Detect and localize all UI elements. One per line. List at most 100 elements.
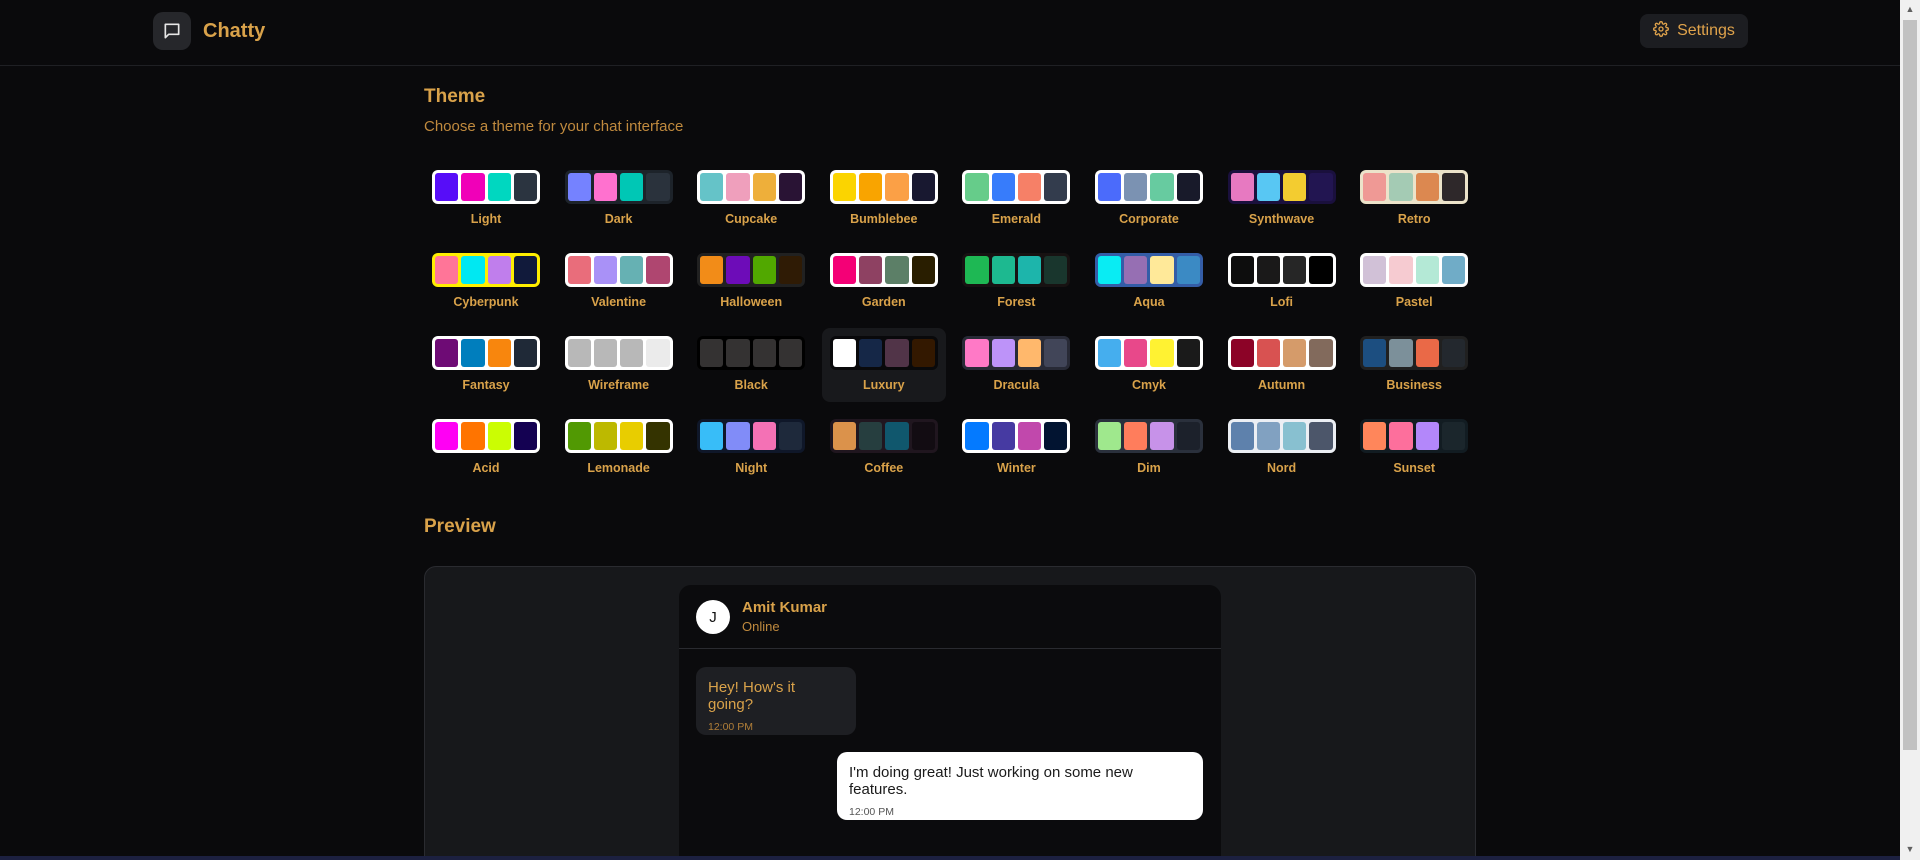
theme-option-corporate[interactable]: Corporate bbox=[1087, 162, 1211, 236]
color-swatch bbox=[593, 422, 618, 450]
color-swatch bbox=[1176, 422, 1200, 450]
color-swatch bbox=[726, 173, 750, 201]
color-swatch bbox=[1256, 256, 1281, 284]
theme-option-fantasy[interactable]: Fantasy bbox=[424, 328, 548, 402]
theme-option-luxury[interactable]: Luxury bbox=[821, 328, 946, 402]
theme-option-dracula[interactable]: Dracula bbox=[954, 328, 1078, 402]
color-swatch bbox=[1044, 173, 1068, 201]
theme-label: Garden bbox=[861, 295, 906, 309]
theme-option-acid[interactable]: Acid bbox=[424, 411, 548, 485]
theme-label: Forest bbox=[997, 295, 1036, 309]
color-swatch bbox=[778, 422, 803, 450]
color-swatch bbox=[726, 256, 750, 284]
theme-option-dark[interactable]: Dark bbox=[557, 162, 681, 236]
color-swatch bbox=[1415, 173, 1439, 201]
theme-option-valentine[interactable]: Valentine bbox=[557, 245, 681, 319]
color-swatch bbox=[1309, 339, 1333, 367]
color-swatch bbox=[593, 339, 618, 367]
theme-option-dim[interactable]: Dim bbox=[1087, 411, 1211, 485]
theme-option-garden[interactable]: Garden bbox=[822, 245, 946, 319]
theme-swatch-group bbox=[697, 253, 806, 287]
color-swatch bbox=[752, 339, 776, 367]
theme-option-cyberpunk[interactable]: Cyberpunk bbox=[424, 245, 548, 319]
theme-option-light[interactable]: Light bbox=[424, 162, 548, 236]
theme-swatch-group bbox=[1094, 170, 1203, 204]
scroll-up-icon[interactable]: ▲ bbox=[1900, 0, 1920, 18]
theme-option-black[interactable]: Black bbox=[689, 328, 813, 402]
theme-label: Fantasy bbox=[462, 378, 510, 392]
theme-swatch-group bbox=[564, 336, 673, 370]
theme-swatch-group bbox=[1094, 419, 1203, 453]
message-text: Hey! How's it going? bbox=[708, 679, 796, 713]
theme-option-synthwave[interactable]: Synthwave bbox=[1220, 162, 1344, 236]
color-swatch bbox=[567, 422, 591, 450]
color-swatch bbox=[778, 256, 803, 284]
theme-option-pastel[interactable]: Pastel bbox=[1352, 245, 1476, 319]
theme-swatch-group bbox=[1360, 253, 1469, 287]
vertical-scrollbar[interactable]: ▲ ▼ bbox=[1900, 0, 1920, 860]
theme-label: Wireframe bbox=[588, 378, 650, 392]
color-swatch bbox=[1389, 173, 1413, 201]
scroll-down-icon[interactable]: ▼ bbox=[1900, 840, 1920, 858]
theme-option-aqua[interactable]: Aqua bbox=[1087, 245, 1211, 319]
theme-option-wireframe[interactable]: Wireframe bbox=[557, 328, 681, 402]
color-swatch bbox=[965, 339, 989, 367]
color-swatch bbox=[1044, 256, 1068, 284]
theme-option-lemonade[interactable]: Lemonade bbox=[557, 411, 681, 485]
theme-swatch-group bbox=[962, 336, 1071, 370]
color-swatch bbox=[885, 339, 909, 367]
color-swatch bbox=[620, 256, 644, 284]
color-swatch bbox=[487, 422, 511, 450]
theme-label: Corporate bbox=[1119, 212, 1179, 226]
color-swatch bbox=[593, 173, 618, 201]
theme-option-winter[interactable]: Winter bbox=[954, 411, 1078, 485]
message-text: I'm doing great! Just working on some ne… bbox=[849, 764, 1133, 798]
bottom-edge bbox=[0, 856, 1900, 860]
theme-option-cmyk[interactable]: Cmyk bbox=[1087, 328, 1211, 402]
theme-swatch-group bbox=[1227, 419, 1336, 453]
color-swatch bbox=[832, 256, 857, 284]
theme-label: Black bbox=[734, 378, 768, 392]
color-swatch bbox=[911, 339, 935, 367]
theme-option-autumn[interactable]: Autumn bbox=[1220, 328, 1344, 402]
theme-option-nord[interactable]: Nord bbox=[1220, 411, 1344, 485]
color-swatch bbox=[1415, 422, 1439, 450]
theme-swatch-group bbox=[1360, 419, 1469, 453]
theme-swatch-group bbox=[1360, 336, 1469, 370]
app-name: Chatty bbox=[203, 19, 266, 42]
color-swatch bbox=[1415, 339, 1439, 367]
theme-swatch-group bbox=[432, 419, 540, 453]
theme-label: Luxury bbox=[862, 378, 905, 392]
brand-link[interactable]: Chatty bbox=[153, 12, 265, 50]
color-swatch bbox=[1097, 339, 1122, 367]
theme-option-cupcake[interactable]: Cupcake bbox=[689, 162, 813, 236]
theme-label: Halloween bbox=[720, 295, 783, 309]
theme-option-forest[interactable]: Forest bbox=[954, 245, 1078, 319]
settings-button[interactable]: Settings bbox=[1640, 14, 1748, 48]
contact-status: Online bbox=[742, 619, 780, 634]
color-swatch bbox=[991, 339, 1015, 367]
theme-option-bumblebee[interactable]: Bumblebee bbox=[822, 162, 946, 236]
color-swatch bbox=[435, 256, 459, 284]
color-swatch bbox=[513, 422, 537, 450]
theme-option-coffee[interactable]: Coffee bbox=[822, 411, 946, 485]
theme-label: Dark bbox=[604, 212, 633, 226]
color-swatch bbox=[513, 173, 537, 201]
scrollbar-thumb[interactable] bbox=[1903, 20, 1917, 750]
contact-name: Amit Kumar bbox=[742, 599, 828, 616]
theme-label: Synthwave bbox=[1248, 212, 1315, 226]
theme-option-sunset[interactable]: Sunset bbox=[1352, 411, 1476, 485]
color-swatch bbox=[461, 422, 485, 450]
theme-option-business[interactable]: Business bbox=[1352, 328, 1476, 402]
theme-option-night[interactable]: Night bbox=[689, 411, 813, 485]
theme-option-retro[interactable]: Retro bbox=[1352, 162, 1476, 236]
theme-option-emerald[interactable]: Emerald bbox=[954, 162, 1078, 236]
color-swatch bbox=[991, 422, 1015, 450]
color-swatch bbox=[1017, 256, 1042, 284]
theme-option-halloween[interactable]: Halloween bbox=[689, 245, 813, 319]
theme-label: Acid bbox=[472, 461, 500, 475]
theme-swatch-group bbox=[1227, 336, 1336, 370]
color-swatch bbox=[567, 173, 591, 201]
theme-option-lofi[interactable]: Lofi bbox=[1220, 245, 1344, 319]
color-swatch bbox=[859, 173, 883, 201]
